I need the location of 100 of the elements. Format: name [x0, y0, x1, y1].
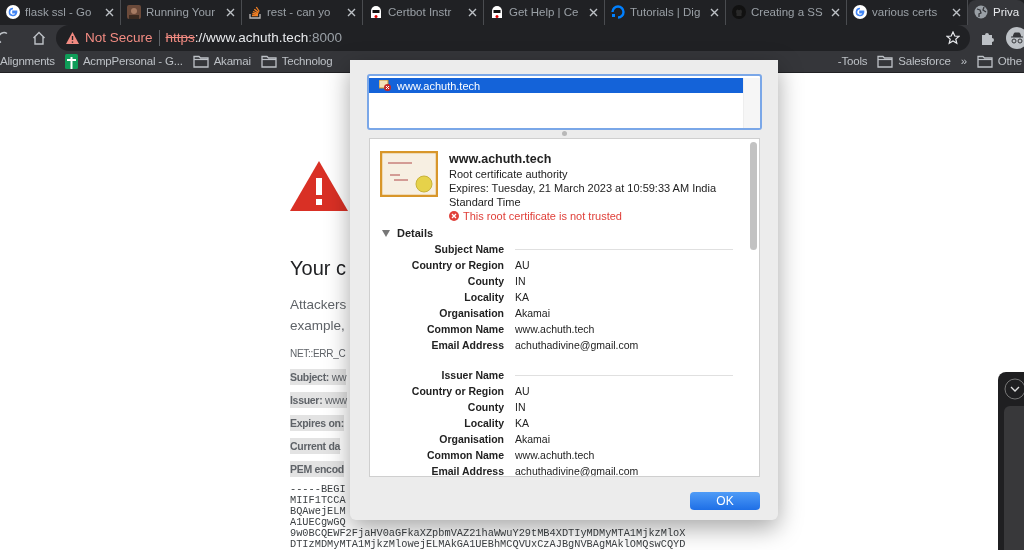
section-title: Issuer Name	[440, 368, 504, 383]
close-icon[interactable]	[710, 7, 719, 17]
certificate-icon	[380, 151, 438, 197]
field-value: KA	[515, 290, 530, 305]
bookmark[interactable]: Othe	[976, 54, 1022, 68]
incognito-icon[interactable]	[1006, 26, 1024, 49]
field-label: Organisation	[438, 306, 504, 321]
bookmark[interactable]: Alignments	[0, 55, 55, 68]
warning-icon	[66, 31, 79, 44]
error-code: NET::ERR_C	[290, 348, 346, 359]
close-icon[interactable]	[226, 7, 235, 17]
browser-tab[interactable]: rest - can yo	[242, 0, 363, 25]
close-icon[interactable]	[831, 7, 840, 17]
pem-line: -----BEGI	[290, 484, 347, 495]
paragraph-text: Attackers	[290, 296, 347, 314]
field-value: Akamai	[515, 432, 551, 447]
field-label: Email Address	[430, 338, 504, 353]
certificate-field: PEM encod	[290, 461, 344, 477]
trust-error: This root certificate is not trusted	[449, 209, 739, 223]
ok-button[interactable]: OK	[690, 492, 760, 510]
pem-line: MIIF1TCCA	[290, 495, 347, 506]
field-value: AU	[515, 384, 531, 399]
field-label: Common Name	[426, 448, 504, 463]
browser-tab[interactable]: Tutorials | Dig	[605, 0, 726, 25]
browser-tab[interactable]: Running Your	[121, 0, 242, 25]
url-text: https://www.achuth.tech:8000	[165, 30, 342, 46]
globe-icon	[974, 5, 988, 20]
field-label: Organisation	[438, 432, 504, 447]
google-icon	[853, 5, 867, 20]
google-icon	[6, 5, 20, 20]
warning-icon	[290, 161, 348, 211]
disclosure-triangle-icon[interactable]	[382, 229, 390, 237]
pem-line: 9w0BCQEWF2FjaHV0aGFkaXZpbmVAZ21haWwuY29tMB4XDTIyMDMyMTA1MjkzMloX	[290, 528, 686, 539]
field-label: County	[466, 400, 504, 415]
address-bar[interactable]: Not Secure https://www.achuth.tech:8000	[56, 24, 970, 51]
browser-tab[interactable]: Creating a SS	[726, 0, 847, 25]
field-value: IN	[515, 274, 527, 289]
browser-tab[interactable]: flask ssl - Go	[0, 0, 121, 25]
field-value: achuthadivine@gmail.com	[515, 338, 640, 353]
field-value: KA	[515, 416, 530, 431]
field-label: Locality	[463, 416, 504, 431]
reload-icon[interactable]	[0, 30, 8, 45]
star-icon[interactable]	[946, 30, 960, 45]
field-label: Email Address	[430, 464, 504, 476]
pem-line: DTIzMDMyMTA1MjkzMlowejELMAkGA1UEBhMCQVUxCzAJBgNVBAgMAklOMQswCQYD	[290, 539, 686, 550]
certificate-field: Subject: ww	[290, 369, 347, 385]
section-title: Subject Name	[433, 242, 504, 257]
ghost-icon	[369, 5, 383, 20]
close-icon[interactable]	[589, 7, 598, 17]
spreadsheet-icon	[64, 53, 78, 69]
field-label: County	[466, 274, 504, 289]
bookmark[interactable]: -Tools	[837, 55, 868, 68]
browser-tab[interactable]: Priva	[968, 0, 1024, 25]
security-label: Not Secure	[85, 30, 153, 46]
bookmark[interactable]: Akamai	[192, 54, 251, 68]
close-icon[interactable]	[105, 7, 114, 17]
certificate-type: Root certificate authority	[449, 167, 569, 181]
pem-line: BQAwejELM	[290, 506, 347, 517]
field-value: www.achuth.tech	[515, 448, 596, 463]
field-value: Akamai	[515, 306, 551, 321]
field-label: Country or Region	[410, 384, 504, 399]
certificate-field: Current da	[290, 438, 341, 454]
home-icon[interactable]	[32, 30, 46, 45]
field-value: AU	[515, 258, 531, 273]
field-label: Country or Region	[410, 258, 504, 273]
certificate-name: www.achuth.tech	[449, 151, 553, 167]
photo-icon	[127, 5, 141, 20]
field-value: www.achuth.tech	[515, 322, 596, 337]
page-heading: Your c	[290, 257, 346, 280]
folder-icon	[260, 54, 277, 68]
browser-tab[interactable]: Get Help | Ce	[484, 0, 605, 25]
folder-icon	[976, 54, 993, 68]
ghost-icon	[490, 5, 504, 20]
bookmark[interactable]: Technolog	[260, 54, 333, 68]
close-icon[interactable]	[468, 7, 477, 17]
folder-icon	[877, 54, 894, 68]
error-icon	[449, 211, 459, 221]
bookmark[interactable]: Salesforce	[877, 54, 951, 68]
bookmark[interactable]: AcmpPersonal - G...	[64, 53, 183, 69]
certificate-field: Issuer: www	[290, 392, 347, 408]
stack-icon	[248, 5, 262, 20]
certificate-field: Expires on:	[290, 415, 344, 431]
folder-icon	[192, 54, 209, 68]
field-label: Common Name	[426, 322, 504, 337]
field-label: Locality	[463, 290, 504, 305]
chevron-down-icon[interactable]	[1004, 378, 1024, 400]
close-icon[interactable]	[952, 7, 961, 17]
details-label: Details	[397, 227, 434, 239]
browser-tab[interactable]: various certs	[847, 0, 968, 25]
ring-icon	[611, 5, 625, 20]
github-icon	[732, 5, 746, 20]
close-icon[interactable]	[347, 7, 356, 17]
bookmark[interactable]: »	[960, 55, 967, 68]
expiry-text: Expires: Tuesday, 21 March 2023 at 10:59:33 AM India Standard Time	[449, 181, 717, 209]
field-value: IN	[515, 400, 527, 415]
browser-tab[interactable]: Certbot Instr	[363, 0, 484, 25]
certificate-list-item[interactable]: www.achuth.tech	[369, 78, 743, 93]
certificate-error-icon	[379, 80, 391, 91]
paragraph-text: example,	[290, 317, 345, 335]
pem-line: A1UECgwGQ	[290, 517, 347, 528]
